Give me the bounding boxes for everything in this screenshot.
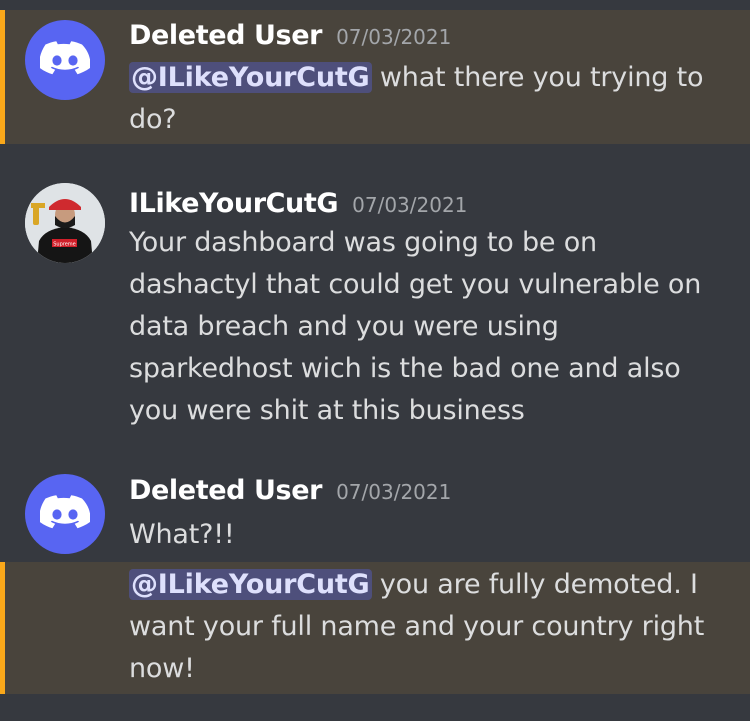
message-header: Deleted User 07/03/2021	[129, 20, 451, 51]
user-mention[interactable]: @ILikeYourCutG	[129, 569, 372, 600]
discord-avatar[interactable]	[25, 474, 105, 554]
message-content: @ILikeYourCutG you are fully demoted. I …	[129, 564, 729, 690]
discord-avatar[interactable]	[25, 20, 105, 100]
username[interactable]: Deleted User	[129, 475, 322, 506]
shirt-logo-text: Supreme	[53, 242, 76, 248]
user-avatar[interactable]: Supreme	[25, 183, 105, 263]
username[interactable]: ILikeYourCutG	[129, 188, 339, 219]
message-content: What?!!	[129, 514, 729, 556]
timestamp: 07/03/2021	[336, 480, 452, 504]
message-text: What?!!	[129, 519, 235, 550]
timestamp: 07/03/2021	[352, 193, 468, 217]
message-group-4: @ILikeYourCutG you are fully demoted. I …	[0, 562, 750, 694]
message-group-1: Deleted User 07/03/2021 @ILikeYourCutG wh…	[0, 10, 750, 144]
message-group-3: Deleted User 07/03/2021 What?!!	[0, 462, 750, 562]
message-header: Deleted User 07/03/2021	[129, 475, 451, 506]
message-text: Your dashboard was going to be on dashac…	[129, 227, 702, 426]
discord-logo-icon	[40, 495, 90, 529]
message-content: @ILikeYourCutG what there you trying to …	[129, 57, 729, 141]
message-content: Your dashboard was going to be on dashac…	[129, 222, 729, 432]
username[interactable]: Deleted User	[129, 20, 322, 51]
discord-logo-icon	[40, 41, 90, 75]
timestamp: 07/03/2021	[336, 25, 452, 49]
user-mention[interactable]: @ILikeYourCutG	[129, 62, 372, 93]
message-group-2: Supreme ILikeYourCutG 07/03/2021 Your das…	[0, 175, 750, 435]
profile-photo-icon: Supreme	[25, 183, 105, 263]
message-header: ILikeYourCutG 07/03/2021	[129, 188, 467, 219]
